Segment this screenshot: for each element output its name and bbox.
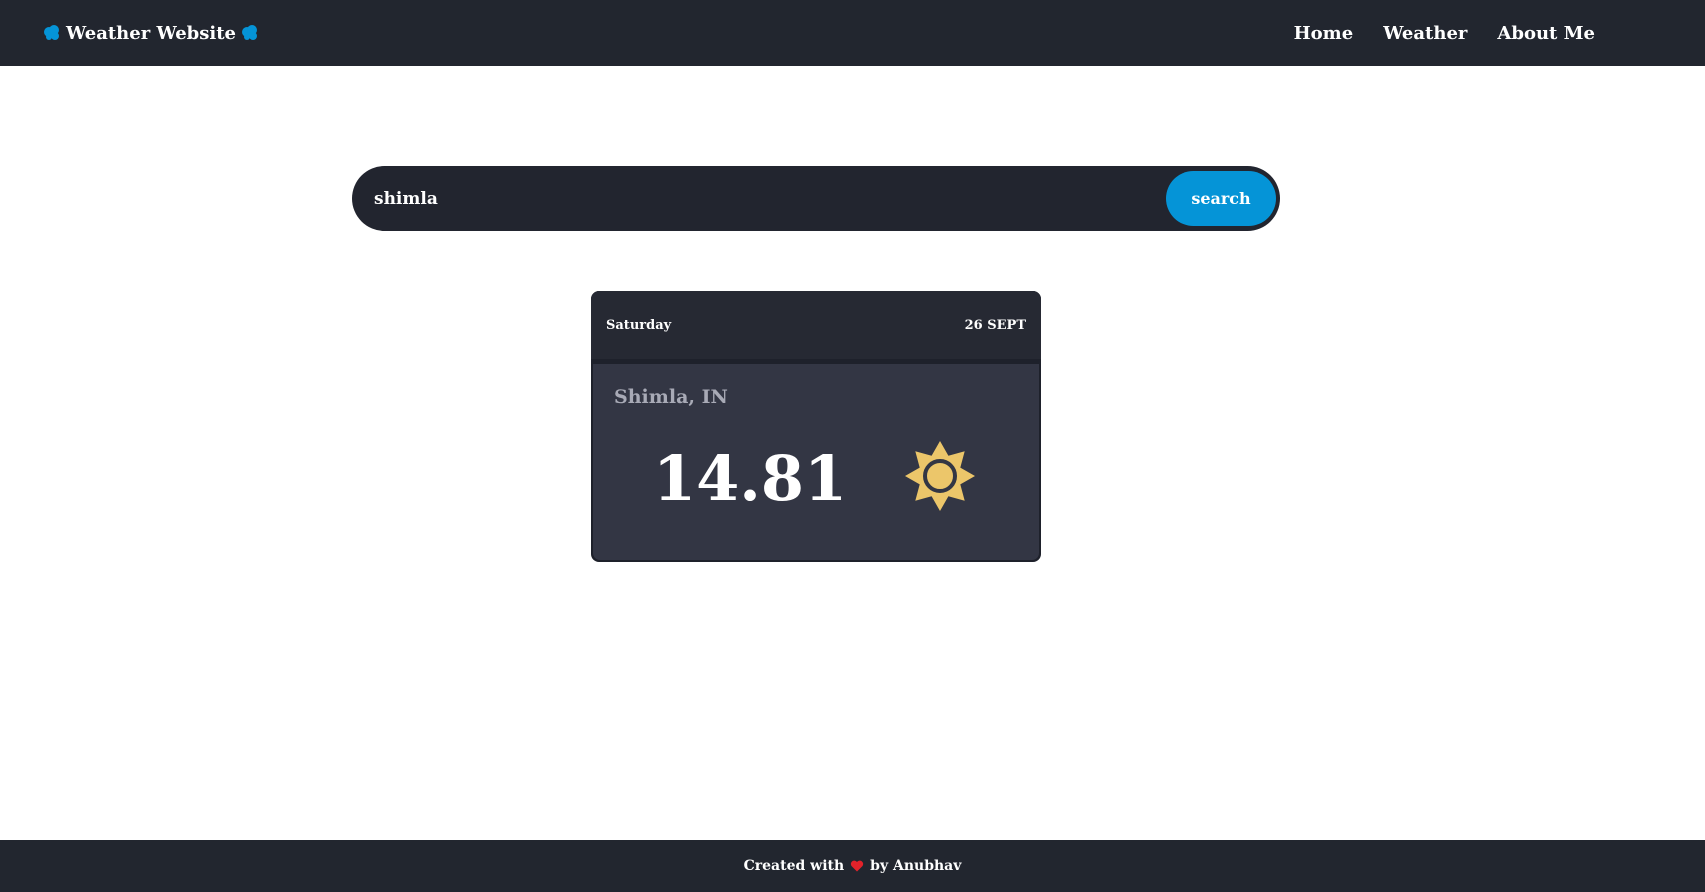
heart-icon: [850, 859, 864, 873]
card-body: Shimla, IN 14.81: [593, 364, 1039, 560]
day-label: Saturday: [606, 317, 672, 333]
card-header: Saturday 26 SEPT: [591, 291, 1041, 359]
nav-link-weather[interactable]: Weather: [1383, 23, 1467, 44]
brand-title: Weather Website: [66, 22, 236, 44]
sun-icon: [903, 439, 977, 513]
nav-link-about-me[interactable]: About Me: [1497, 23, 1595, 44]
footer-text-before: Created with: [743, 858, 845, 874]
date-label: 26 SEPT: [964, 317, 1026, 333]
navbar: Weather Website Home Weather About Me: [0, 0, 1705, 66]
cloud-icon: [240, 23, 260, 43]
search-input[interactable]: [372, 166, 1166, 231]
nav-link-home[interactable]: Home: [1294, 23, 1354, 44]
brand-logo[interactable]: Weather Website: [42, 23, 260, 44]
footer-text-after: by Anubhav: [870, 858, 962, 874]
cloud-icon: [42, 23, 62, 43]
footer: Created with by Anubhav: [0, 840, 1705, 892]
temperature-value: 14.81: [653, 442, 848, 515]
nav-links: Home Weather About Me: [1294, 23, 1595, 44]
weather-card: Saturday 26 SEPT Shimla, IN 14.81: [591, 291, 1041, 562]
search-bar: search: [352, 166, 1280, 231]
city-name: Shimla, IN: [614, 386, 728, 408]
search-button[interactable]: search: [1166, 171, 1276, 226]
